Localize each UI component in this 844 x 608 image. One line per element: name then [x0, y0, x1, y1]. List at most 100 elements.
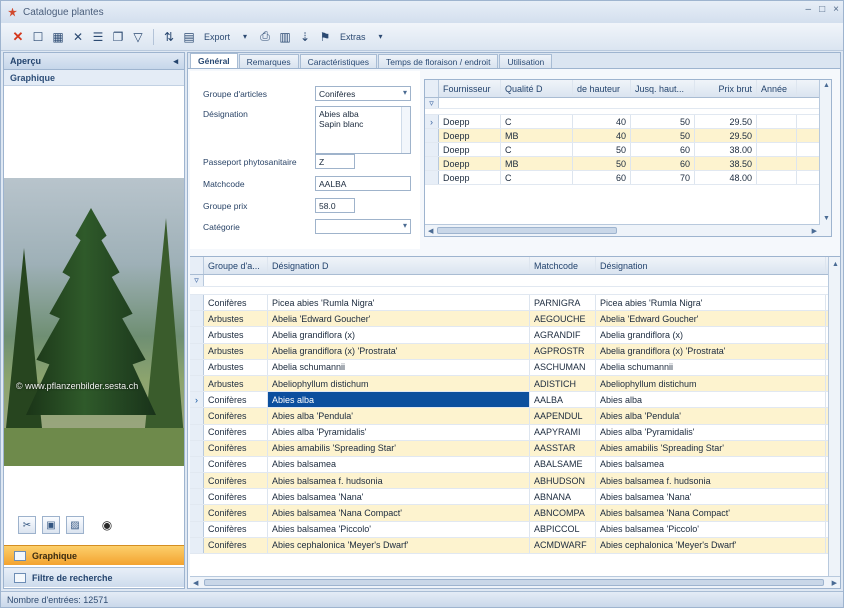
column-header[interactable]: Prix brut	[695, 80, 757, 97]
chevron-down-icon[interactable]: ▾	[236, 28, 254, 46]
scroll-thumb[interactable]	[204, 579, 824, 586]
tab-utilisation[interactable]: Utilisation	[499, 54, 553, 68]
vertical-scrollbar[interactable]: ▲	[828, 257, 840, 577]
cancel-icon[interactable]: ✕	[9, 28, 27, 46]
nav-search-filter[interactable]: Filtre de recherche	[4, 567, 184, 587]
article-grid: Groupe d'a... Désignation D Matchcode Dé…	[190, 256, 840, 588]
matchcode-label: Matchcode	[203, 179, 245, 189]
copy-icon[interactable]: ❐	[109, 28, 127, 46]
plant-photo: © www.pflanzenbilder.sesta.ch	[4, 178, 184, 466]
scroll-left-icon[interactable]: ◀	[428, 227, 433, 235]
table-row[interactable]: Doepp C 50 60 38.00	[425, 143, 831, 157]
column-header[interactable]: Jusq. haut...	[631, 80, 695, 97]
column-header[interactable]: Groupe d'a...	[204, 257, 268, 274]
column-header[interactable]: Désignation	[596, 257, 826, 274]
supplier-grid: Fournisseur Qualité D de hauteur Jusq. h…	[424, 79, 832, 237]
categorie-label: Catégorie	[203, 222, 240, 232]
tab-strip: Général Remarques Caractéristiques Temps…	[188, 53, 840, 69]
table-row[interactable]: Conifères Picea abies 'Rumla Nigra' PARN…	[190, 295, 840, 312]
designation-field[interactable]: Abies alba Sapin blanc	[315, 106, 411, 154]
column-header[interactable]: Année	[757, 80, 797, 97]
entry-count: Nombre d'entrées: 12571	[7, 594, 109, 605]
scrollbar[interactable]	[401, 107, 410, 153]
table-row[interactable]: Arbustes Abelia schumannii ASCHUMAN Abel…	[190, 359, 840, 376]
column-header[interactable]: Qualité D	[501, 80, 573, 97]
title-bar: Catalogue plantes – □ ×	[1, 1, 843, 23]
binoculars-icon[interactable]: ◉	[98, 516, 116, 534]
table-row[interactable]: Doepp MB 40 50 29.50	[425, 129, 831, 143]
horizontal-scrollbar[interactable]: ◀ ▶	[190, 576, 840, 588]
column-header[interactable]: Matchcode	[530, 257, 596, 274]
scroll-left-icon[interactable]: ◀	[193, 579, 198, 587]
table-row[interactable]: Conifères Abies balsamea 'Nana Compact' …	[190, 505, 840, 522]
tab-caracteristiques[interactable]: Caractéristiques	[299, 54, 378, 68]
app-icon	[7, 7, 18, 18]
delete-image-icon[interactable]: ✂	[18, 516, 36, 534]
add-image-icon[interactable]: ▣	[42, 516, 60, 534]
extras-menu[interactable]: Extras	[336, 28, 370, 46]
sort-desc-icon[interactable]: ⇣	[296, 28, 314, 46]
nav-graphique[interactable]: Graphique	[4, 545, 184, 565]
vertical-scrollbar[interactable]: ▲ ▼	[819, 80, 831, 236]
table-row[interactable]: Conifères Abies balsamea ABALSAME Abies …	[190, 456, 840, 474]
filter-icon[interactable]: ▽	[129, 28, 147, 46]
column-header[interactable]: Fournisseur	[439, 80, 501, 97]
table-row[interactable]: Arbustes Abelia grandiflora (x) 'Prostra…	[190, 343, 840, 360]
sort-icon[interactable]: ⇅	[160, 28, 178, 46]
delete-icon[interactable]: ✕	[69, 28, 87, 46]
table-row[interactable]: Conifères Abies alba 'Pendula' AAPENDUL …	[190, 408, 840, 425]
filter-icon	[14, 572, 26, 583]
tab-floraison[interactable]: Temps de floraison / endroit	[378, 54, 499, 68]
categorie-select[interactable]	[315, 219, 411, 234]
table-row[interactable]: Arbustes Abelia 'Edward Goucher' AEGOUCH…	[190, 311, 840, 328]
table-row[interactable]: Conifères Abies balsamea f. hudsonia ABH…	[190, 473, 840, 490]
passeport-field[interactable]: Z	[315, 154, 355, 169]
table-row[interactable]: Arbustes Abelia grandiflora (x) AGRANDIF…	[190, 327, 840, 344]
table-row[interactable]: Conifères Abies balsamea 'Nana' ABNANA A…	[190, 489, 840, 506]
scroll-down-icon[interactable]: ▼	[823, 215, 830, 222]
matchcode-field[interactable]: AALBA	[315, 176, 411, 191]
table-row[interactable]: Doepp C 60 70 48.00	[425, 171, 831, 185]
scroll-thumb[interactable]	[437, 227, 617, 234]
maximize-button[interactable]: □	[819, 4, 825, 15]
minimize-button[interactable]: –	[806, 4, 812, 15]
status-bar: Nombre d'entrées: 12571	[1, 591, 843, 607]
column-header[interactable]: Désignation D	[268, 257, 530, 274]
scroll-up-icon[interactable]: ▲	[832, 261, 839, 268]
table-row[interactable]: Arbustes Abeliophyllum distichum ADISTIC…	[190, 375, 840, 393]
new-document-icon[interactable]: ☐	[29, 28, 47, 46]
table-row[interactable]: Conifères Abies alba 'Pyramidalis' AAPYR…	[190, 424, 840, 441]
export-menu[interactable]: Export	[200, 28, 234, 46]
scroll-right-icon[interactable]: ▶	[832, 579, 837, 587]
groupe-prix-field[interactable]: 58.0	[315, 198, 355, 213]
close-button[interactable]: ×	[833, 4, 839, 15]
photo-watermark: © www.pflanzenbilder.sesta.ch	[16, 381, 139, 391]
scroll-up-icon[interactable]: ▲	[823, 82, 830, 89]
print-icon[interactable]: ⎙	[256, 28, 274, 46]
load-image-icon[interactable]: ▨	[66, 516, 84, 534]
table-row[interactable]: Conifères Abies cephalonica 'Meyer's Dwa…	[190, 537, 840, 554]
groupe-select[interactable]: Conifères	[315, 86, 411, 101]
grid-header: Groupe d'a... Désignation D Matchcode Dé…	[190, 257, 840, 275]
tab-remarques[interactable]: Remarques	[238, 54, 299, 68]
table-row[interactable]: Conifères Abies amabilis 'Spreading Star…	[190, 440, 840, 457]
chevron-down-icon[interactable]: ▾	[372, 28, 390, 46]
horizontal-scrollbar[interactable]: ◀ ▶	[425, 224, 820, 236]
table-row[interactable]: Doepp MB 50 60 38.50	[425, 157, 831, 171]
table-row[interactable]: Conifères Abies balsamea 'Piccolo' ABPIC…	[190, 521, 840, 538]
table-row-selected[interactable]: › Conifères Abies alba AALBA Abies alba	[190, 392, 840, 409]
save-icon[interactable]: ▦	[49, 28, 67, 46]
pin-icon[interactable]: ◂	[173, 56, 178, 67]
table-row[interactable]: › Doepp C 40 50 29.50	[425, 115, 831, 129]
fir-tree-shape	[26, 208, 156, 415]
designation-label: Désignation	[203, 109, 248, 119]
filter-row[interactable]: ▿	[190, 275, 840, 287]
column-header[interactable]: de hauteur	[573, 80, 631, 97]
scroll-right-icon[interactable]: ▶	[812, 227, 817, 235]
flag-icon[interactable]: ⚑	[316, 28, 334, 46]
chart-icon[interactable]: ▥	[276, 28, 294, 46]
tab-general[interactable]: Général	[190, 53, 238, 68]
filter-row[interactable]: ▿	[425, 98, 831, 109]
export-icon[interactable]: ▤	[180, 28, 198, 46]
list-icon[interactable]: ☰	[89, 28, 107, 46]
